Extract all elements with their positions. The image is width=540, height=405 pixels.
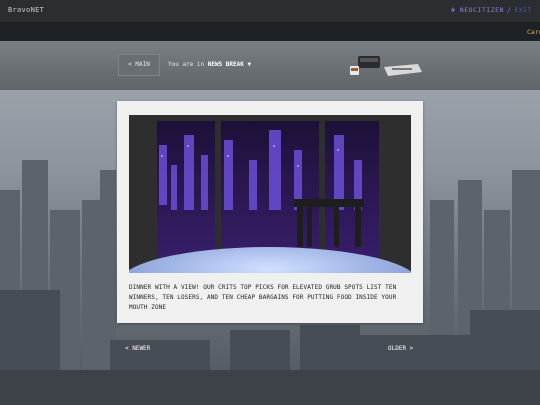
username[interactable]: # NEOCITIZEN: [451, 6, 504, 14]
main-button[interactable]: < MAIN: [118, 54, 160, 76]
account-menu: # NEOCITIZEN / EXIT: [451, 6, 532, 14]
exit-link[interactable]: EXIT: [514, 6, 532, 14]
top-bar: BravoNET # NEOCITIZEN / EXIT: [0, 0, 540, 23]
newer-link[interactable]: < NEWER: [125, 345, 150, 352]
brand-logo[interactable]: BravoNET: [8, 6, 44, 14]
section-selector[interactable]: NEWS BREAK ▼: [208, 61, 251, 68]
account-separator: /: [506, 6, 512, 14]
breadcrumb-prefix: You are in: [168, 61, 205, 68]
article-card[interactable]: DINNER WITH A VIEW! OUR CRITS TOP PICKS …: [117, 101, 423, 323]
section-header: [0, 41, 540, 90]
news-ticker: Care: [0, 22, 540, 41]
chevron-down-icon: ▼: [247, 61, 252, 68]
article-photo[interactable]: [129, 115, 411, 273]
breadcrumb: You are in NEWS BREAK ▼: [168, 61, 251, 68]
section-name: NEWS BREAK: [207, 61, 244, 68]
article-caption[interactable]: DINNER WITH A VIEW! OUR CRITS TOP PICKS …: [129, 283, 413, 313]
ticker-text[interactable]: Care: [527, 28, 540, 36]
desk-illustration: [346, 52, 426, 84]
older-link[interactable]: OLDER >: [388, 345, 413, 352]
